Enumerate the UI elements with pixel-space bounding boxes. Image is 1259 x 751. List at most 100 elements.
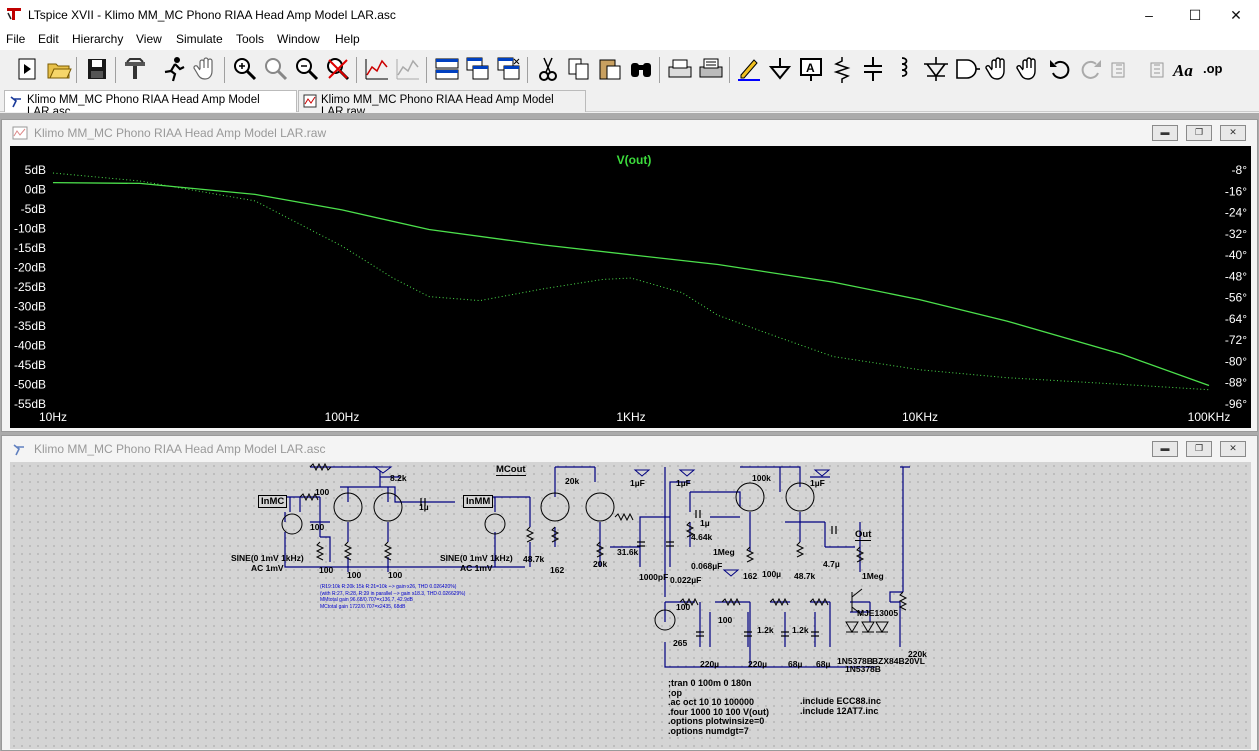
component-value-r487a[interactable]: 48.7k <box>523 554 544 564</box>
menu-window[interactable]: Window <box>277 32 320 46</box>
component-value-ac2[interactable]: AC 1mV <box>460 563 493 573</box>
component-value-mje[interactable]: MJE13005 <box>857 608 898 618</box>
component-value-r100f[interactable]: 100 <box>676 602 690 612</box>
component-icon[interactable] <box>953 55 981 83</box>
inductor-icon[interactable] <box>890 55 918 83</box>
component-value-r100k[interactable]: 100k <box>752 473 771 483</box>
print-icon[interactable] <box>697 55 725 83</box>
component-value-r162a[interactable]: 162 <box>550 565 564 575</box>
halt-hand-icon[interactable] <box>192 55 220 83</box>
schematic-minimize-button[interactable]: ▬ <box>1152 441 1178 457</box>
undo-icon[interactable] <box>1046 55 1074 83</box>
component-value-r487b[interactable]: 48.7k <box>794 571 815 581</box>
component-value-sine2[interactable]: SINE(0 1mV 1kHz) <box>440 553 513 563</box>
component-value-r82k[interactable]: 8.2k <box>390 473 407 483</box>
find-binoculars-icon[interactable] <box>627 55 655 83</box>
tab-schematic[interactable]: Klimo MM_MC Phono RIAA Head Amp Model LA… <box>4 90 297 118</box>
component-value-c68b[interactable]: 68µ <box>816 659 830 669</box>
schematic-close-button[interactable]: ✕ <box>1220 441 1246 457</box>
schematic-canvas[interactable]: InMC InMM MCout Out 100 8.2k 1µ 100 SINE(0 1… <box>10 462 1251 749</box>
save-icon[interactable] <box>83 55 111 83</box>
resistor-icon[interactable] <box>828 55 856 83</box>
waveform-minimize-button[interactable]: ▬ <box>1152 125 1178 141</box>
mirror-icon[interactable] <box>1139 55 1167 83</box>
cascade-icon[interactable] <box>464 55 492 83</box>
spice-directives-include[interactable]: .include ECC88.inc .include 12AT7.inc <box>800 696 881 716</box>
component-value-r12k2[interactable]: 1.2k <box>792 625 809 635</box>
component-value-r162b[interactable]: 162 <box>743 571 757 581</box>
zoom-in-icon[interactable] <box>231 55 259 83</box>
component-value-c1uc[interactable]: 1µF <box>810 478 825 488</box>
close-windows-icon[interactable] <box>495 55 523 83</box>
print-preview-icon[interactable] <box>666 55 694 83</box>
close-button[interactable]: ✕ <box>1213 0 1259 30</box>
tile-horizontal-icon[interactable] <box>433 55 461 83</box>
new-schematic-icon[interactable] <box>14 55 42 83</box>
menu-hierarchy[interactable]: Hierarchy <box>72 32 123 46</box>
autorange-x-icon[interactable] <box>394 55 422 83</box>
control-panel-icon[interactable] <box>121 55 149 83</box>
drag-hand-icon[interactable] <box>1015 55 1043 83</box>
component-value-r464[interactable]: 4.64k <box>691 532 712 542</box>
cut-icon[interactable] <box>534 55 562 83</box>
component-value-c1000p[interactable]: 1000pF <box>639 572 668 582</box>
open-icon[interactable] <box>45 55 73 83</box>
spice-directive-icon[interactable]: .op <box>1201 55 1229 83</box>
paste-icon[interactable] <box>596 55 624 83</box>
component-value-r100b[interactable]: 100 <box>310 522 324 532</box>
text-icon[interactable]: Aa <box>1170 55 1198 83</box>
component-value-c68a[interactable]: 68µ <box>788 659 802 669</box>
component-value-r12k[interactable]: 1.2k <box>757 625 774 635</box>
component-value-c220a[interactable]: 220µ <box>700 659 719 669</box>
run-icon[interactable] <box>160 55 188 83</box>
component-value-r1meg2[interactable]: 1Meg <box>862 571 884 581</box>
redo-icon[interactable] <box>1077 55 1105 83</box>
capacitor-icon[interactable] <box>859 55 887 83</box>
menu-edit[interactable]: Edit <box>38 32 59 46</box>
component-value-bzx[interactable]: BZX84B20VL <box>872 656 925 666</box>
waveform-window-titlebar[interactable]: Klimo MM_MC Phono RIAA Head Amp Model LA… <box>2 120 1257 146</box>
menu-tools[interactable]: Tools <box>236 32 264 46</box>
schematic-restore-button[interactable]: ❐ <box>1186 441 1212 457</box>
menu-help[interactable]: Help <box>335 32 360 46</box>
waveform-window[interactable]: Klimo MM_MC Phono RIAA Head Amp Model LA… <box>1 119 1258 432</box>
component-value-r100e[interactable]: 100 <box>388 570 402 580</box>
menu-simulate[interactable]: Simulate <box>176 32 223 46</box>
component-value-ac1[interactable]: AC 1mV <box>251 563 284 573</box>
minimize-button[interactable]: – <box>1126 0 1172 30</box>
component-value-r100g[interactable]: 100 <box>718 615 732 625</box>
bode-chart[interactable]: 5dB 0dB -5dB -10dB -15dB -20dB -25dB -30dB -35dB… <box>10 146 1251 428</box>
component-value-c1u[interactable]: 1µ <box>419 502 429 512</box>
component-value-c1ua[interactable]: 1µF <box>630 478 645 488</box>
zoom-cancel-icon[interactable] <box>324 55 352 83</box>
component-value-r1meg[interactable]: 1Meg <box>713 547 735 557</box>
diode-icon[interactable] <box>922 55 950 83</box>
component-value-c1u2[interactable]: 1µ <box>700 518 710 528</box>
component-value-c220b[interactable]: 220µ <box>748 659 767 669</box>
net-label-mcout[interactable]: MCout <box>496 464 526 476</box>
component-value-sine1[interactable]: SINE(0 1mV 1kHz) <box>231 553 304 563</box>
ground-icon[interactable] <box>766 55 794 83</box>
net-label-inmm[interactable]: InMM <box>463 495 494 508</box>
component-value-c100u[interactable]: 100µ <box>762 569 781 579</box>
component-value-r100a[interactable]: 100 <box>315 487 329 497</box>
tab-waveform[interactable]: Klimo MM_MC Phono RIAA Head Amp Model LA… <box>298 90 586 118</box>
component-value-r100c[interactable]: 100 <box>319 565 333 575</box>
component-value-r20k2[interactable]: 20k <box>593 559 607 569</box>
schematic-window-titlebar[interactable]: Klimo MM_MC Phono RIAA Head Amp Model LA… <box>2 436 1257 462</box>
waveform-close-button[interactable]: ✕ <box>1220 125 1246 141</box>
menu-view[interactable]: View <box>136 32 162 46</box>
component-value-c0022[interactable]: 0.022µF <box>670 575 701 585</box>
component-value-r265[interactable]: 265 <box>673 638 687 648</box>
copy-icon[interactable] <box>565 55 593 83</box>
component-value-c1ub[interactable]: 1µF <box>676 478 691 488</box>
maximize-button[interactable]: ☐ <box>1172 0 1218 30</box>
waveform-plot[interactable]: 5dB 0dB -5dB -10dB -15dB -20dB -25dB -30dB -35dB… <box>10 146 1251 428</box>
schematic-window[interactable]: Klimo MM_MC Phono RIAA Head Amp Model LA… <box>1 435 1258 751</box>
pan-icon[interactable] <box>262 55 290 83</box>
label-net-icon[interactable]: A <box>797 55 825 83</box>
zoom-out-icon[interactable] <box>293 55 321 83</box>
menu-file[interactable]: File <box>6 32 25 46</box>
component-value-r20k[interactable]: 20k <box>565 476 579 486</box>
component-value-r100d[interactable]: 100 <box>347 570 361 580</box>
